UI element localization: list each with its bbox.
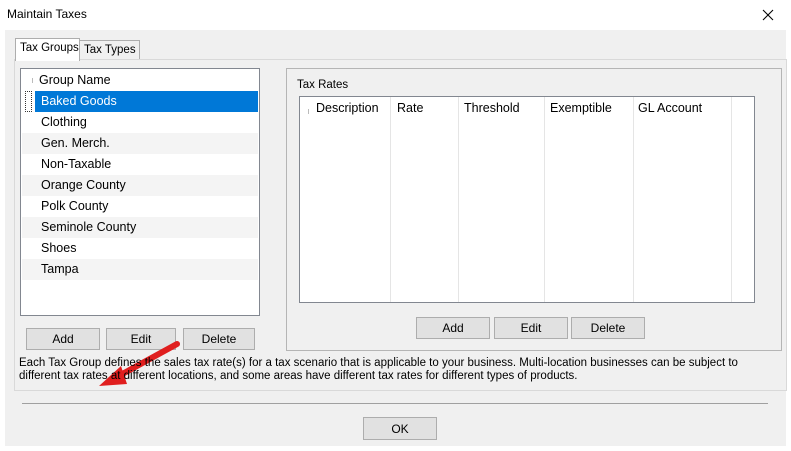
list-item-label: Baked Goods [41,94,117,108]
window-title: Maintain Taxes [7,7,87,21]
list-item-label: Non-Taxable [41,157,112,171]
list-item[interactable]: Shoes [22,238,258,259]
column-header: Exemptible [550,101,612,115]
list-item-label: Clothing [41,115,87,129]
add-group-button[interactable]: Add [26,328,100,350]
button-label: Delete [590,321,626,335]
close-button[interactable] [745,0,791,30]
button-label: Edit [520,321,542,335]
delete-rate-button[interactable]: Delete [571,317,645,339]
button-label: Delete [201,332,237,346]
column-header: Description [316,101,379,115]
list-item[interactable]: Baked Goods [22,91,258,112]
list-item[interactable]: Clothing [22,112,258,133]
column-exemptible[interactable]: Exemptible [545,97,634,302]
tab-label: Tax Types [84,44,136,56]
list-item[interactable]: Polk County [22,196,258,217]
column-rate[interactable]: Rate [391,97,459,302]
tab-tax-types[interactable]: Tax Types [79,40,140,60]
column-header: GL Account [638,101,703,115]
list-rows: Baked Goods Clothing Gen. Merch. Non-Tax… [22,91,258,280]
tax-rates-label: Tax Rates [297,79,349,91]
list-item[interactable]: Tampa [22,259,258,280]
tax-group-list[interactable]: Group Name Baked Goods Clothing Gen. Mer… [20,68,260,316]
button-label: Add [52,332,74,346]
list-item-label: Orange County [41,178,126,192]
close-icon [762,9,774,21]
list-item-label: Seminole County [41,220,137,234]
tax-rates-groupbox: Tax Rates Description Rate Threshold Exe… [286,68,782,351]
column-threshold[interactable]: Threshold [459,97,545,302]
column-divider [32,78,33,83]
button-label: Add [442,321,464,335]
list-item[interactable]: Gen. Merch. [22,133,258,154]
list-item-label: Polk County [41,199,109,213]
column-header: Threshold [464,101,520,115]
focus-rectangle [25,91,32,112]
column-header: Rate [397,101,424,115]
delete-group-button[interactable]: Delete [183,328,255,350]
column-divider [308,109,309,114]
column-description[interactable]: Description [310,97,391,302]
tab-tax-groups[interactable]: Tax Groups [15,38,80,61]
list-item-label: Gen. Merch. [41,136,110,150]
dialog-client-area: Tax Groups Tax Types Group Name Baked Go… [5,30,787,446]
group-name-header: Group Name [39,73,111,87]
title-bar: Maintain Taxes [0,0,791,30]
tax-groups-panel: Group Name Baked Goods Clothing Gen. Mer… [14,59,787,391]
list-item-label: Shoes [41,241,77,255]
ok-button[interactable]: OK [363,417,437,440]
tax-rates-grid[interactable]: Description Rate Threshold Exemptible GL… [299,96,755,303]
footer-separator [22,403,768,404]
tab-label: Tax Groups [20,42,79,54]
list-item-label: Tampa [41,262,79,276]
edit-rate-button[interactable]: Edit [494,317,568,339]
column-gl-account[interactable]: GL Account [634,97,732,302]
list-header[interactable]: Group Name [22,70,258,90]
add-rate-button[interactable]: Add [416,317,490,339]
list-item[interactable]: Orange County [22,175,258,196]
tax-group-description: Each Tax Group defines the sales tax rat… [19,357,738,382]
list-item[interactable]: Non-Taxable [22,154,258,175]
list-item[interactable]: Seminole County [22,217,258,238]
button-label: OK [391,421,409,436]
